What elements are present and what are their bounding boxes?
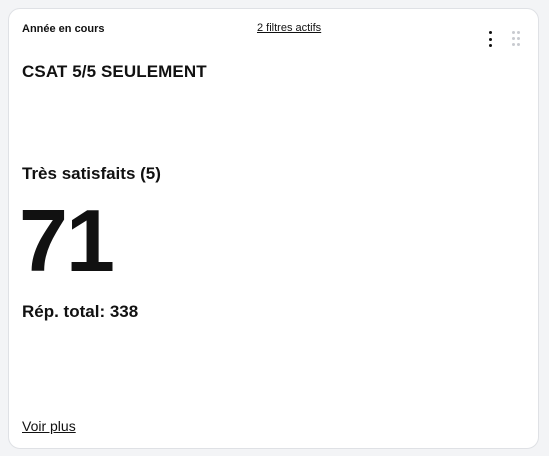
widget-title: CSAT 5/5 SEULEMENT [22, 62, 207, 81]
metric-label: Très satisfaits (5) [22, 164, 161, 183]
metric-value: 71 [19, 191, 115, 290]
more-vertical-icon[interactable] [487, 31, 493, 47]
total-responses: Rép. total: 338 [22, 302, 139, 321]
period-label: Année en cours [22, 23, 105, 35]
see-more-link[interactable]: Voir plus [22, 418, 76, 434]
csat-widget-card: Année en cours 2 filtres actifs CSAT 5/5… [8, 8, 539, 449]
active-filters-link[interactable]: 2 filtres actifs [257, 22, 321, 34]
drag-handle-icon[interactable] [512, 31, 520, 46]
